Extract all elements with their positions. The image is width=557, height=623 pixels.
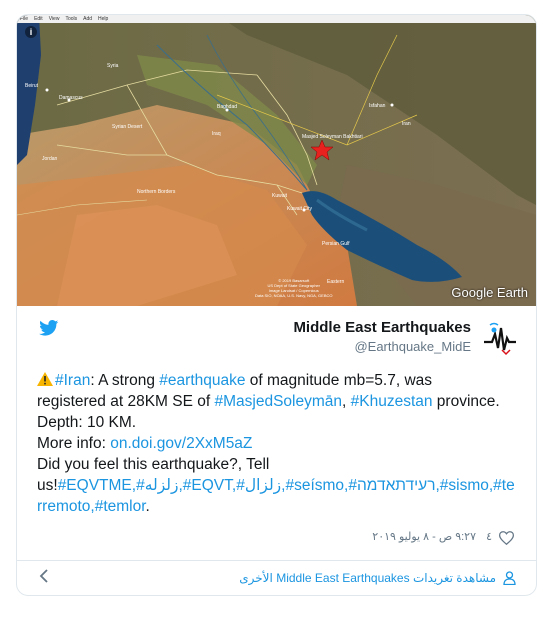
satellite-map: Syria Beirut Damascus Baghdad Iraq Jorda… <box>17 15 536 306</box>
label-northern-borders: Northern Borders <box>137 189 176 195</box>
label-baghdad: Baghdad <box>217 104 237 110</box>
menu-help[interactable]: Help <box>98 15 108 23</box>
label-kuwait: Kuwait <box>272 193 288 199</box>
menu-add[interactable]: Add <box>83 15 92 23</box>
timestamp[interactable]: ٩:٢٧ ص - ٨ يوليو ٢٠١٩ <box>372 530 476 543</box>
tweet-line-5: Did you feel this earthquake?, Tell <box>37 456 270 473</box>
hashtag-iran[interactable]: #Iran <box>55 372 90 389</box>
view-more-tweets-link[interactable]: مشاهدة تغريدات Middle East Earthquakes ا… <box>239 571 496 585</box>
label-kuwait-city: Kuwait City <box>287 206 313 212</box>
map-menubar: File Edit View Tools Add Help <box>17 15 536 23</box>
menu-edit[interactable]: Edit <box>34 15 43 23</box>
menu-view[interactable]: View <box>49 15 60 23</box>
label-iran: Iran <box>402 121 411 127</box>
hashtag-masjed[interactable]: #MasjedSoleymān <box>214 393 342 410</box>
tweet-line-2: registered at 28KM SE of #MasjedSoleymān… <box>37 393 500 410</box>
label-beirut: Beirut <box>25 83 39 89</box>
more-info-link[interactable]: on.doi.gov/2XxM5aZ <box>110 435 252 452</box>
tweet-media-map[interactable]: Syria Beirut Damascus Baghdad Iraq Jorda… <box>17 15 536 306</box>
heart-icon[interactable] <box>498 531 515 550</box>
label-damascus: Damascus <box>59 95 83 101</box>
tweet-footer[interactable]: مشاهدة تغريدات Middle East Earthquakes ا… <box>17 561 536 595</box>
tweet-line-4: More info: on.doi.gov/2XxM5aZ <box>37 435 253 452</box>
label-masjed: Masjed Soleyman Bakhtiari <box>302 134 363 140</box>
tweet-line-7: rremoto,#temlor. <box>37 498 150 515</box>
embedded-tweet-card: Syria Beirut Damascus Baghdad Iraq Jorda… <box>16 14 537 596</box>
label-syria: Syria <box>107 63 119 69</box>
tweet-author: Middle East Earthquakes @Earthquake_MidE <box>17 306 536 366</box>
tweet-line-3: Depth: 10 KM. <box>37 414 137 431</box>
tweet-text: #Iran: A strong #earthquake of magnitude… <box>37 370 521 517</box>
warning-icon <box>37 371 53 386</box>
hashtag-earthquake[interactable]: #earthquake <box>159 372 245 389</box>
label-iraq: Iraq <box>212 131 221 137</box>
avatar[interactable] <box>482 320 518 356</box>
menu-tools[interactable]: Tools <box>65 15 77 23</box>
chevron-left-icon[interactable] <box>39 569 49 588</box>
label-jordan: Jordan <box>42 156 58 162</box>
menu-file[interactable]: File <box>20 15 28 23</box>
map-copyright: © 2019 Basarsoft US Dept of State Geogra… <box>255 278 333 298</box>
hashtags[interactable]: #EQVTME,#زلزله,#EQVT,#زلزال,#seísmo,#רעי… <box>58 477 515 494</box>
info-icon[interactable]: i <box>25 26 37 38</box>
tweet-meta: ٤ ٩:٢٧ ص - ٨ يوليو ٢٠١٩ <box>17 527 536 547</box>
label-syrian-desert: Syrian Desert <box>112 124 143 130</box>
person-icon <box>503 571 516 590</box>
author-name[interactable]: Middle East Earthquakes <box>293 319 471 336</box>
tweet-line-1: #Iran: A strong #earthquake of magnitude… <box>37 370 521 391</box>
tweet-line-6: us!#EQVTME,#زلزله,#EQVT,#زلزال,#seísmo,#… <box>37 477 515 494</box>
google-earth-logo: Google Earth <box>451 285 528 300</box>
hashtags-continued[interactable]: rremoto,#temlor <box>37 498 146 515</box>
like-count[interactable]: ٤ <box>486 530 492 543</box>
twitter-bird-icon[interactable] <box>39 320 59 341</box>
hashtag-khuzestan[interactable]: #Khuzestan <box>351 393 433 410</box>
label-isfahan: Isfahan <box>369 103 386 109</box>
label-persian-gulf: Persian Gulf <box>322 241 350 247</box>
author-handle[interactable]: @Earthquake_MidE <box>354 339 471 354</box>
